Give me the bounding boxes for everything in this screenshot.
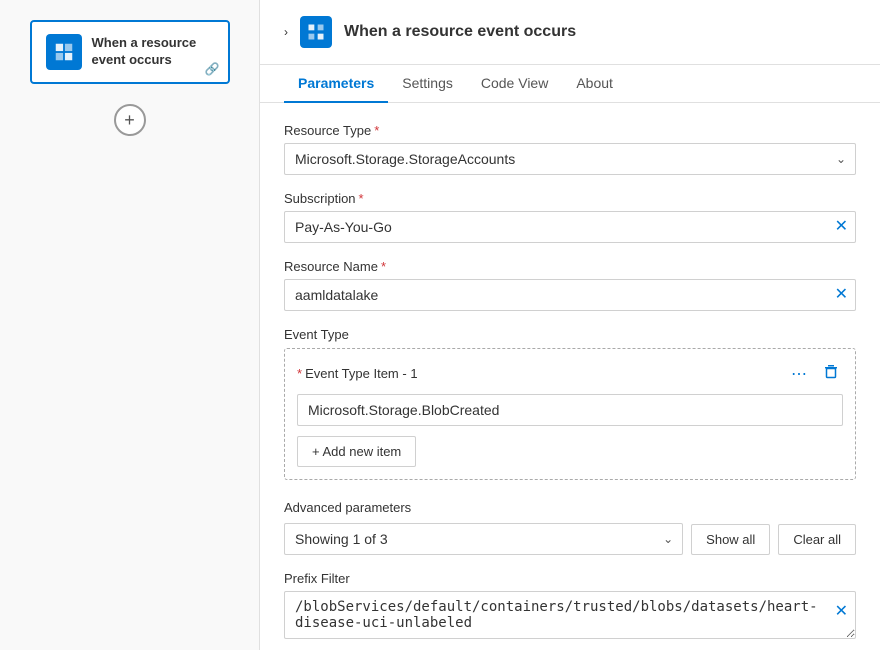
event-type-item-label: * Event Type Item - 1 bbox=[297, 366, 418, 381]
advanced-parameters-label: Advanced parameters bbox=[284, 500, 856, 515]
clear-all-button[interactable]: Clear all bbox=[778, 524, 856, 555]
event-type-field: Event Type * Event Type Item - 1 ⋯ bbox=[284, 327, 856, 480]
event-type-label: Event Type bbox=[284, 327, 856, 342]
advanced-controls: ⌄ Show all Clear all bbox=[284, 523, 856, 555]
tab-about[interactable]: About bbox=[562, 65, 627, 103]
collapse-chevron[interactable]: › bbox=[284, 25, 288, 39]
prefix-clear-button[interactable]: ✕ bbox=[835, 601, 848, 621]
tab-settings[interactable]: Settings bbox=[388, 65, 467, 103]
show-all-button[interactable]: Show all bbox=[691, 524, 770, 555]
required-star: * bbox=[374, 123, 379, 138]
tab-code-view[interactable]: Code View bbox=[467, 65, 562, 103]
resource-type-input[interactable] bbox=[284, 143, 856, 175]
panel-title: When a resource event occurs bbox=[344, 23, 576, 41]
required-star-2: * bbox=[359, 191, 364, 206]
event-type-input[interactable] bbox=[297, 394, 843, 426]
required-star-4: * bbox=[297, 366, 302, 381]
tabs-bar: Parameters Settings Code View About bbox=[260, 65, 880, 103]
resource-type-select-wrapper: ⌄ bbox=[284, 143, 856, 175]
trigger-card[interactable]: When a resource event occurs 🔗 bbox=[30, 20, 230, 84]
prefix-filter-label: Prefix Filter bbox=[284, 571, 856, 586]
subscription-input-wrapper: ✕ bbox=[284, 211, 856, 243]
tab-parameters[interactable]: Parameters bbox=[284, 65, 388, 103]
add-step-button[interactable]: + bbox=[114, 104, 146, 136]
advanced-select-input[interactable] bbox=[284, 523, 683, 555]
event-type-more-button[interactable]: ⋯ bbox=[787, 362, 811, 386]
form-content: Resource Type * ⌄ Subscription * ✕ Resou… bbox=[260, 103, 880, 650]
resource-name-label: Resource Name * bbox=[284, 259, 856, 274]
resource-name-input[interactable] bbox=[284, 279, 856, 311]
resource-type-label: Resource Type * bbox=[284, 123, 856, 138]
prefix-input-wrapper: ✕ bbox=[284, 591, 856, 642]
subscription-clear-button[interactable]: ✕ bbox=[835, 219, 848, 235]
left-panel: When a resource event occurs 🔗 + bbox=[0, 0, 260, 650]
trigger-icon bbox=[46, 34, 82, 70]
event-type-item-header: * Event Type Item - 1 ⋯ bbox=[297, 361, 843, 386]
right-panel: › When a resource event occurs Parameter… bbox=[260, 0, 880, 650]
add-new-item-button[interactable]: + Add new item bbox=[297, 436, 416, 467]
advanced-select-wrapper: ⌄ bbox=[284, 523, 683, 555]
panel-header: › When a resource event occurs bbox=[260, 0, 880, 65]
resource-name-clear-button[interactable]: ✕ bbox=[835, 287, 848, 303]
trigger-card-label: When a resource event occurs bbox=[92, 35, 214, 69]
link-icon: 🔗 bbox=[205, 62, 220, 76]
required-star-3: * bbox=[381, 259, 386, 274]
resource-name-input-wrapper: ✕ bbox=[284, 279, 856, 311]
subscription-label: Subscription * bbox=[284, 191, 856, 206]
subscription-input[interactable] bbox=[284, 211, 856, 243]
advanced-section: Advanced parameters ⌄ Show all Clear all bbox=[284, 500, 856, 555]
subscription-field: Subscription * ✕ bbox=[284, 191, 856, 243]
event-type-actions: ⋯ bbox=[787, 361, 843, 386]
event-type-delete-button[interactable] bbox=[819, 361, 843, 386]
prefix-filter-section: Prefix Filter ✕ bbox=[284, 571, 856, 642]
panel-header-icon bbox=[300, 16, 332, 48]
resource-name-field: Resource Name * ✕ bbox=[284, 259, 856, 311]
event-type-container: * Event Type Item - 1 ⋯ bbox=[284, 348, 856, 480]
resource-type-field: Resource Type * ⌄ bbox=[284, 123, 856, 175]
prefix-filter-input[interactable] bbox=[284, 591, 856, 639]
